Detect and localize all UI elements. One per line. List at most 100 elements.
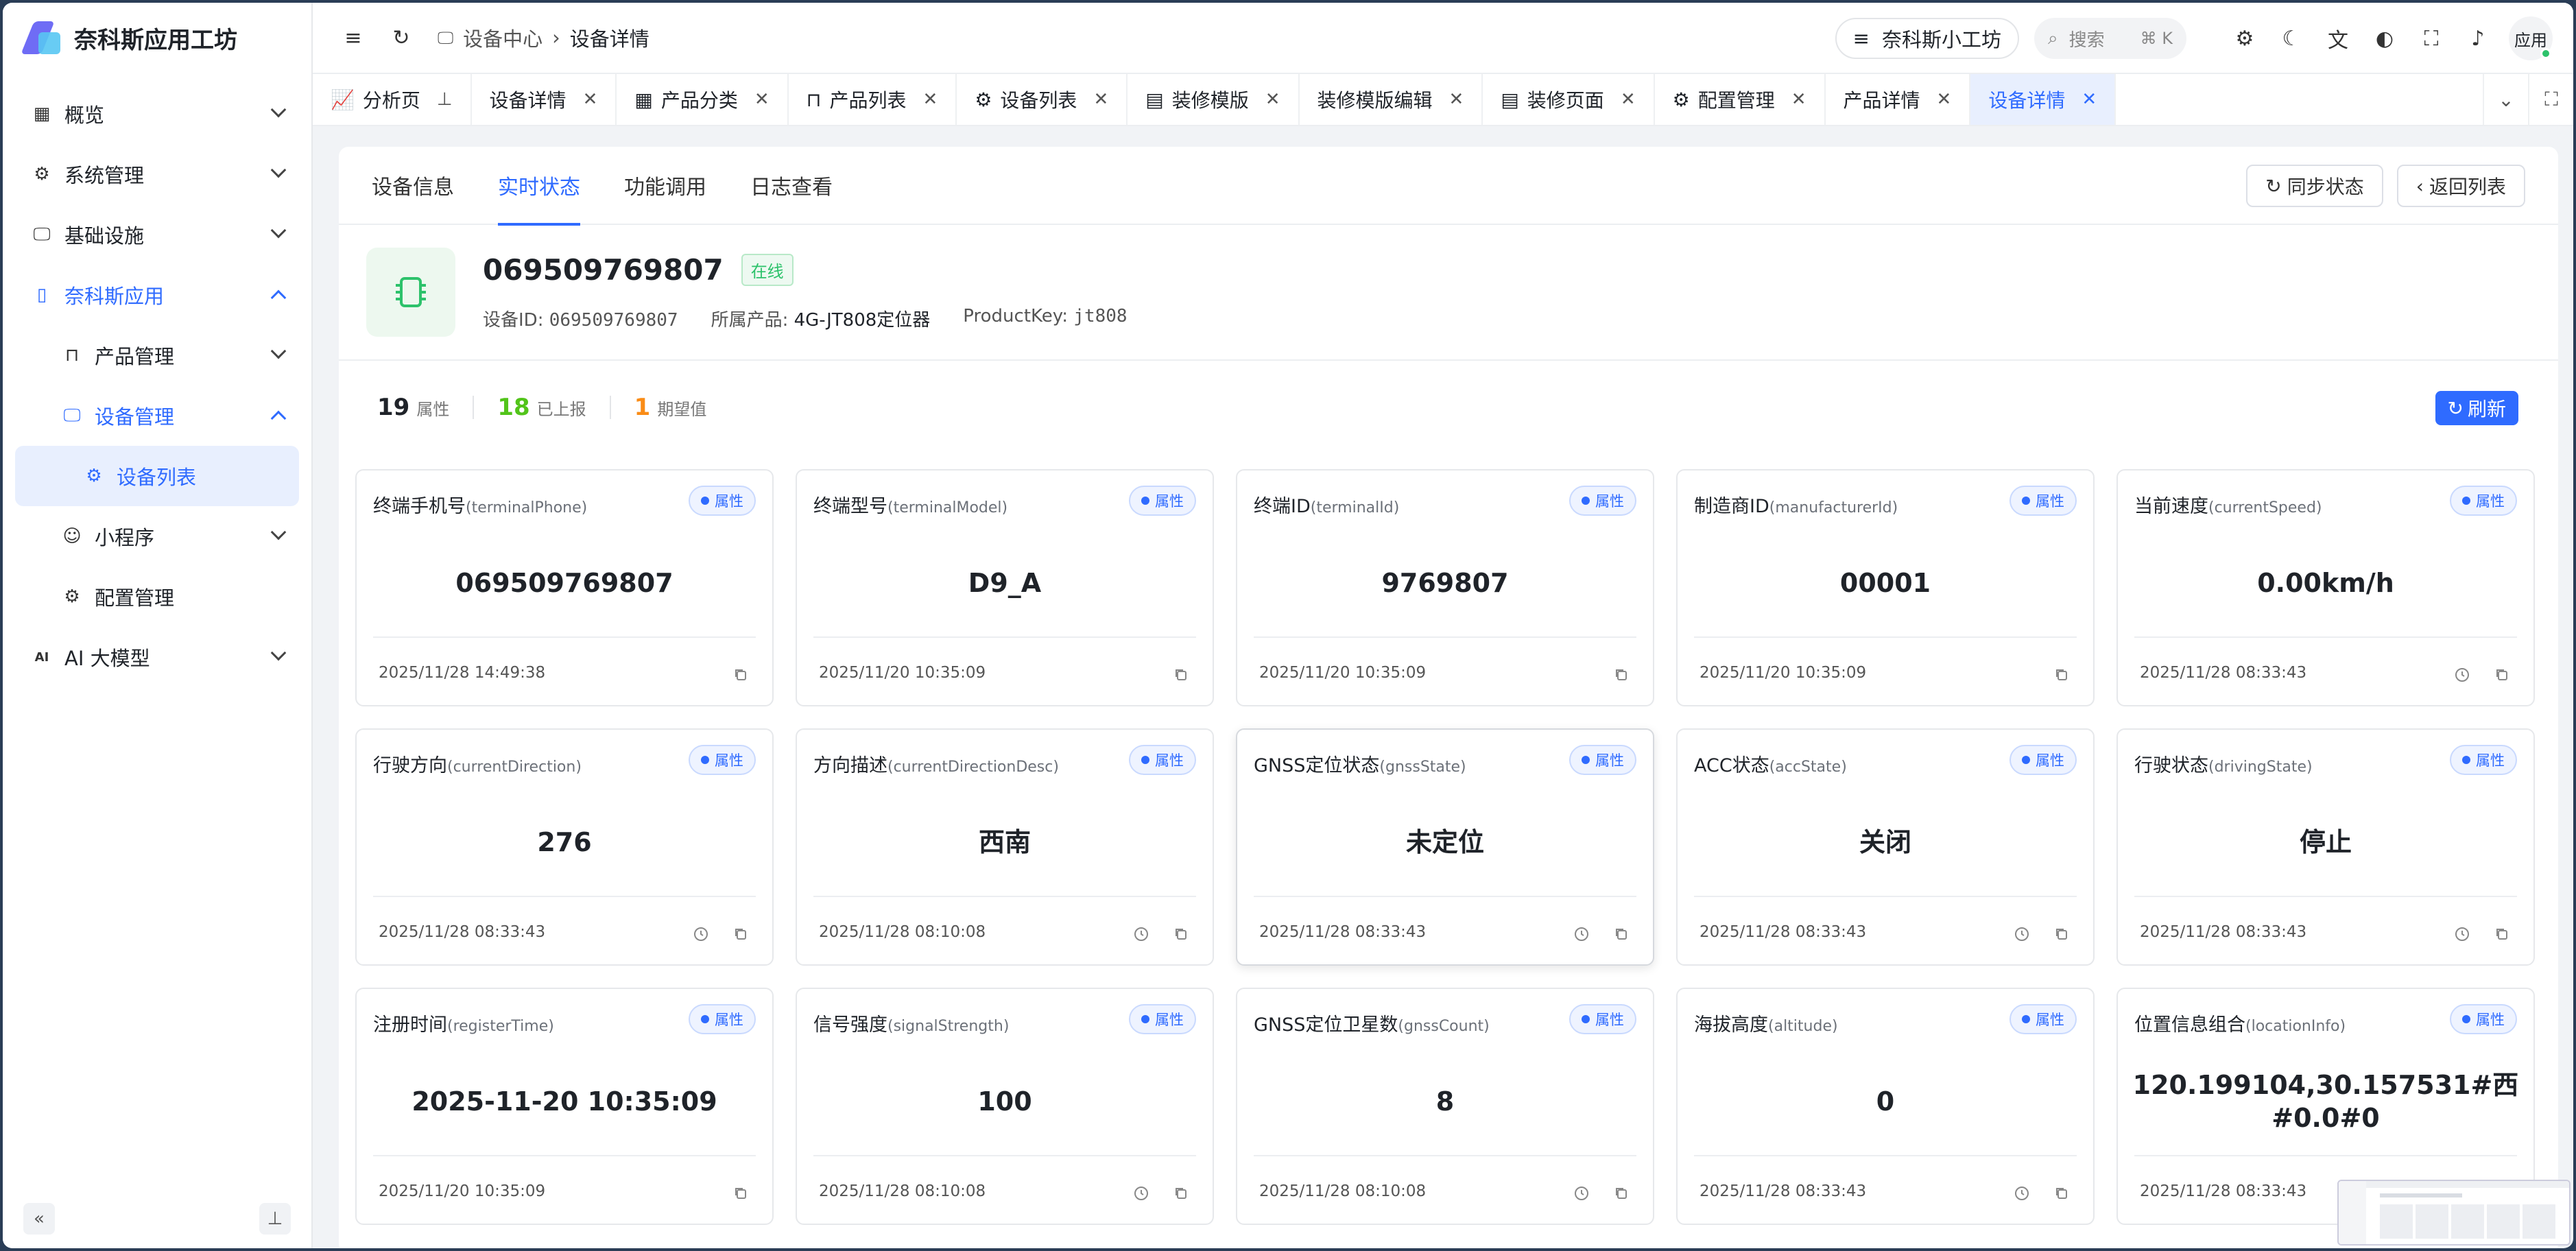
- tab-product-list[interactable]: ⊓ 产品列表 ✕: [789, 74, 957, 125]
- tab-device-detail[interactable]: 设备详情 ✕: [472, 74, 617, 125]
- stat-count: 18: [497, 394, 530, 421]
- collapse-sidebar-icon[interactable]: «: [23, 1203, 55, 1235]
- close-icon[interactable]: ✕: [1791, 89, 1806, 110]
- screenshot-thumbnail[interactable]: [2337, 1180, 2571, 1246]
- copy-icon[interactable]: [2052, 665, 2071, 684]
- copy-icon[interactable]: [1612, 1184, 1631, 1203]
- card-actions: [1171, 665, 1191, 684]
- card-actions: [731, 665, 750, 684]
- copy-icon[interactable]: [2492, 665, 2512, 684]
- tab-decor-template[interactable]: ▤ 装修模版 ✕: [1128, 74, 1300, 125]
- copy-icon[interactable]: [2052, 925, 2071, 944]
- sidebar-item-nexus-app[interactable]: ▯ 奈科斯应用: [15, 265, 299, 325]
- copy-icon[interactable]: [731, 665, 750, 684]
- sidebar-item-device-mgmt[interactable]: 🖵 设备管理: [15, 385, 299, 446]
- chevron-down-icon: [270, 645, 287, 661]
- close-icon[interactable]: ✕: [1449, 89, 1464, 110]
- tag-dot-icon: [2462, 497, 2470, 505]
- sync-status-button[interactable]: ↻ 同步状态: [2246, 165, 2383, 207]
- tab-device-detail-active[interactable]: 设备详情 ✕: [1970, 74, 2116, 125]
- close-icon[interactable]: ✕: [1093, 89, 1108, 110]
- sidebar-item-ai-model[interactable]: AI AI 大模型: [15, 627, 299, 687]
- maximize-icon[interactable]: ⛶: [2528, 74, 2573, 125]
- close-icon[interactable]: ✕: [2082, 89, 2097, 110]
- menu-icon[interactable]: ≡: [337, 22, 369, 53]
- app-switcher[interactable]: ≡ 奈科斯小工坊: [1835, 18, 2019, 59]
- sidebar-item-system[interactable]: ⚙ 系统管理: [15, 144, 299, 204]
- theme-icon[interactable]: ◐: [2369, 23, 2400, 54]
- bell-icon[interactable]: ♪: [2462, 23, 2494, 54]
- tab-log-view[interactable]: 日志查看: [750, 146, 833, 224]
- tab-label: 装修页面: [1527, 89, 1604, 112]
- refresh-icon[interactable]: ↻: [385, 22, 417, 53]
- close-icon[interactable]: ✕: [1937, 89, 1952, 110]
- device-header: 069509769807 在线 设备ID: 069509769807 所属产品:…: [339, 225, 2558, 361]
- history-icon[interactable]: [1132, 925, 1151, 944]
- history-icon[interactable]: [2453, 925, 2472, 944]
- property-value: D9_A: [968, 568, 1042, 598]
- tab-product-category[interactable]: ▦ 产品分类 ✕: [617, 74, 789, 125]
- property-time: 2025/11/28 14:49:38: [379, 664, 546, 682]
- tab-analysis[interactable]: 📈 分析页 ⊥: [313, 74, 472, 125]
- tab-config[interactable]: ⚙ 配置管理 ✕: [1655, 74, 1826, 125]
- copy-icon[interactable]: [1171, 925, 1191, 944]
- history-icon[interactable]: [2453, 665, 2472, 684]
- close-icon[interactable]: ✕: [583, 89, 598, 110]
- property-tag: 属性: [2009, 486, 2077, 516]
- translate-icon[interactable]: 文: [2322, 23, 2354, 54]
- copy-icon[interactable]: [1612, 925, 1631, 944]
- copy-icon[interactable]: [1171, 665, 1191, 684]
- close-icon[interactable]: ✕: [754, 89, 770, 110]
- breadcrumb-item[interactable]: 设备中心: [463, 23, 542, 52]
- back-to-list-button[interactable]: ‹ 返回列表: [2396, 165, 2525, 207]
- property-title: 终端ID(terminalId): [1254, 491, 1399, 518]
- history-icon[interactable]: [2012, 925, 2031, 944]
- sidebar-item-miniprogram[interactable]: ☺ 小程序: [15, 506, 299, 567]
- detail-actions: ↻ 同步状态 ‹ 返回列表: [2246, 165, 2525, 207]
- dark-mode-icon[interactable]: ☾: [2276, 23, 2307, 54]
- device-id-value: 069509769807: [549, 310, 678, 331]
- tab-realtime-status[interactable]: 实时状态: [498, 146, 580, 226]
- sidebar-item-infrastructure[interactable]: 🖵 基础设施: [15, 204, 299, 265]
- tab-decor-page[interactable]: ▤ 装修页面 ✕: [1483, 74, 1655, 125]
- refresh-button[interactable]: ↻ 刷新: [2435, 391, 2518, 425]
- close-icon[interactable]: ✕: [1621, 89, 1636, 110]
- chevron-down-icon[interactable]: ⌄: [2483, 74, 2528, 125]
- settings-icon[interactable]: ⚙: [2229, 23, 2261, 54]
- sidebar-item-device-list[interactable]: ⚙ 设备列表: [15, 446, 299, 506]
- history-icon[interactable]: [2012, 1184, 2031, 1203]
- copy-icon[interactable]: [1171, 1184, 1191, 1203]
- copy-icon[interactable]: [731, 925, 750, 944]
- close-icon[interactable]: ✕: [923, 89, 938, 110]
- pin-icon[interactable]: ⊥: [437, 89, 453, 110]
- tab-function-call[interactable]: 功能调用: [624, 146, 706, 224]
- copy-icon[interactable]: [731, 1184, 750, 1203]
- header-actions: ≡ 奈科斯小工坊 ⌕ 搜索 ⌘ K ⚙ ☾ 文 ◐ ⛶ ♪ 应用: [1835, 3, 2553, 74]
- tab-device-list[interactable]: ⚙ 设备列表 ✕: [957, 74, 1128, 125]
- copy-icon[interactable]: [1612, 665, 1631, 684]
- history-icon[interactable]: [1572, 1184, 1591, 1203]
- sidebar-item-overview[interactable]: ▦ 概览: [15, 84, 299, 144]
- tag-dot-icon: [701, 497, 709, 505]
- tab-device-info[interactable]: 设备信息: [372, 146, 454, 224]
- history-icon[interactable]: [1572, 925, 1591, 944]
- tab-decor-template-edit[interactable]: 装修模版编辑 ✕: [1300, 74, 1483, 125]
- tag-label: 属性: [2036, 752, 2064, 769]
- close-icon[interactable]: ✕: [1265, 89, 1280, 110]
- copy-icon[interactable]: [2492, 925, 2512, 944]
- tag-label: 属性: [1595, 752, 1624, 769]
- avatar[interactable]: 应用: [2509, 16, 2553, 60]
- pin-icon[interactable]: ⊥: [259, 1203, 291, 1235]
- sidebar-item-product-mgmt[interactable]: ⊓ 产品管理: [15, 325, 299, 385]
- property-title: 信号强度(signalStrength): [813, 1010, 1009, 1036]
- property-value: 9769807: [1381, 568, 1509, 598]
- fullscreen-icon[interactable]: ⛶: [2416, 23, 2447, 54]
- history-icon[interactable]: [691, 925, 711, 944]
- brand[interactable]: 奈科斯应用工坊: [3, 3, 311, 73]
- tag-label: 属性: [2476, 1012, 2505, 1028]
- history-icon[interactable]: [1132, 1184, 1151, 1203]
- tab-product-detail[interactable]: 产品详情 ✕: [1826, 74, 1971, 125]
- copy-icon[interactable]: [2052, 1184, 2071, 1203]
- sidebar-item-config[interactable]: ⚙ 配置管理: [15, 567, 299, 627]
- search-input[interactable]: ⌕ 搜索 ⌘ K: [2034, 18, 2186, 59]
